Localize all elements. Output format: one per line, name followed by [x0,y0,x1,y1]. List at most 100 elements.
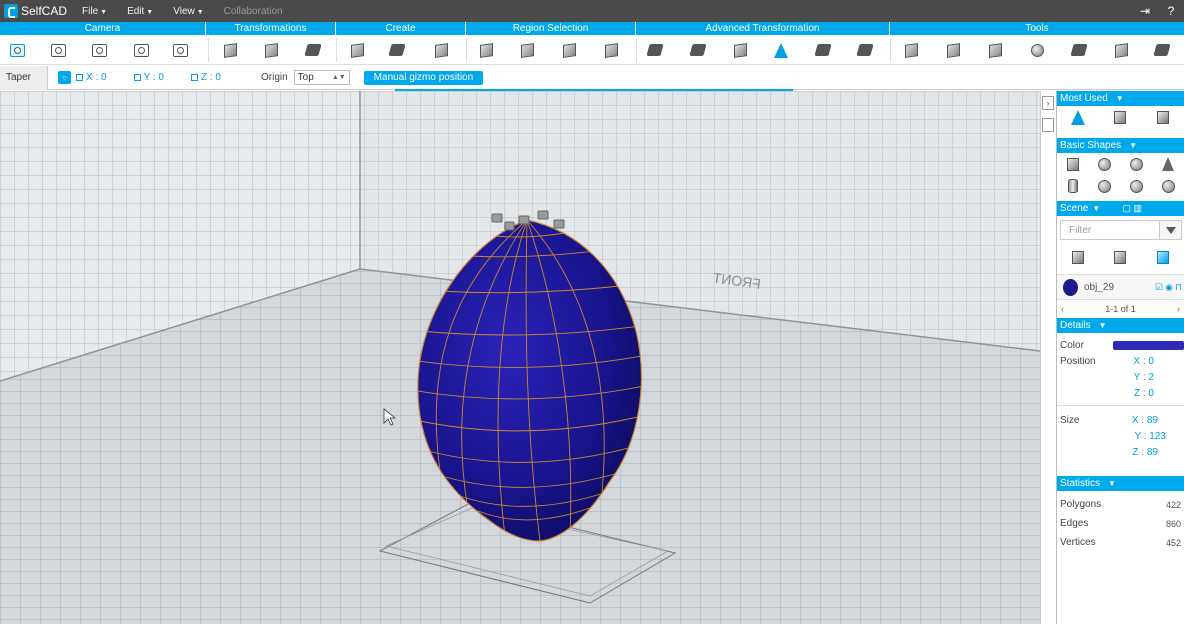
scene-view-solid[interactable] [1057,250,1099,264]
advanced-tool-1[interactable] [645,40,665,60]
cube-icon [1066,157,1079,171]
shape-cube[interactable] [1057,157,1089,171]
scene-view-row [1057,244,1184,270]
cube-icon [1114,110,1127,124]
menu-edit[interactable]: Edit ▼ [117,6,163,17]
camera-tool-2[interactable] [48,40,68,60]
create-tool-2[interactable] [387,40,407,60]
tools-tool-3[interactable] [985,40,1005,60]
size-y-value[interactable]: Y : 123 [1114,431,1170,442]
shape-geosphere[interactable] [1121,179,1153,193]
position-y-value[interactable]: Y : 2 [1114,372,1158,383]
scene-view-wireframe[interactable] [1099,250,1141,264]
shape-cone[interactable] [1152,157,1184,171]
origin-select[interactable]: Top ▲▼ [293,70,350,85]
camera-tool-3[interactable] [89,40,109,60]
geosphere-icon [1129,179,1143,193]
tools-tool-4[interactable] [1027,40,1047,60]
advanced-tool-3[interactable] [730,40,750,60]
transform-tool-1[interactable] [220,40,240,60]
cone-icon [1071,109,1086,125]
menu-file[interactable]: File ▼ [72,6,117,17]
collapse-panel-button[interactable]: › [1042,96,1054,110]
create-tool-3[interactable] [431,40,451,60]
sign-in-icon[interactable]: ⇥ [1132,4,1158,18]
3d-viewport[interactable]: FRONT [0,91,1040,624]
shape-cylinder[interactable] [1057,179,1089,193]
color-row: Color [1057,337,1184,353]
help-icon[interactable]: ? [1158,4,1184,18]
tools-tool-1[interactable] [901,40,921,60]
shape-knot[interactable] [1089,179,1121,193]
position-z-value[interactable]: Z : 0 [1114,388,1158,399]
region-tool-2[interactable] [517,40,537,60]
axis-z-option[interactable]: Z : 0 [190,72,221,83]
most-used-header[interactable]: Most Used ▼ [1057,91,1184,106]
axis-y-option[interactable]: Y : 0 [133,72,164,83]
details-header[interactable]: Details ▼ [1057,318,1184,333]
shape-sphere[interactable] [1121,157,1153,171]
panel-toggle-button[interactable] [1042,118,1054,132]
filter-input[interactable] [1061,224,1159,236]
camera-tool-1[interactable] [7,40,27,60]
size-x-value[interactable]: X : 89 [1114,415,1162,426]
checkbox-icon[interactable]: ☑ [1155,282,1163,293]
xray-cube-icon [1156,250,1169,264]
scene-toggle-icons[interactable]: ▢ ▥ [1122,201,1142,216]
edges-value: 860 [1165,518,1181,529]
selfcad-logo[interactable]: SelfCAD [0,4,72,18]
advanced-tool-6[interactable] [855,40,875,60]
sphere-icon [1129,157,1143,171]
tools-tool-2[interactable] [943,40,963,60]
menu-view[interactable]: View ▼ [163,6,213,17]
most-used-cube[interactable] [1099,110,1141,124]
lock-icon[interactable]: ⊓ [1175,282,1182,293]
advanced-tool-2[interactable] [688,40,708,60]
manual-gizmo-button[interactable]: Manual gizmo position [363,70,484,85]
scene-object-row[interactable]: obj_29 ☑ ◉ ⊓ [1057,274,1184,300]
eye-icon[interactable]: ◉ [1165,282,1173,293]
vertices-value: 452 [1165,537,1181,548]
position-x-value[interactable]: X : 0 [1114,356,1158,367]
shape-polyhedron[interactable] [1152,179,1184,193]
region-tool-3[interactable] [559,40,579,60]
size-z-value[interactable]: Z : 89 [1114,447,1162,458]
tools-tool-5[interactable] [1069,40,1089,60]
sculpt-icon [1070,44,1088,56]
camera-tool-4[interactable] [131,40,151,60]
object-color-swatch[interactable] [1113,340,1184,350]
cube-icon [520,42,534,58]
menu-collaboration[interactable]: Collaboration [214,6,293,17]
taper-tool[interactable] [771,40,791,60]
filter-button[interactable] [1159,221,1181,239]
create-tool-1[interactable] [347,40,367,60]
toolbar-divider [890,38,891,62]
menu-edit-label: Edit [127,5,145,17]
pager-text: 1-1 of 1 [1105,304,1136,314]
axis-x-option[interactable]: X : 0 [76,72,107,83]
most-used-taper[interactable] [1057,109,1099,125]
region-tool-4[interactable] [601,40,621,60]
transform-tool-2[interactable] [261,40,281,60]
cube-icon [1072,250,1085,264]
position-z-row: Z : 0 [1057,385,1184,401]
transform-tool-3[interactable] [303,40,323,60]
next-page-icon[interactable]: › [1177,304,1180,314]
scene-view-xray[interactable] [1142,250,1184,264]
prev-page-icon[interactable]: ‹ [1061,304,1064,314]
advanced-tool-5[interactable] [813,40,833,60]
cube-icon [733,42,747,58]
basic-shapes-header[interactable]: Basic Shapes ▼ [1057,138,1184,153]
axis-lock-toggle[interactable]: ○ [58,71,71,84]
camera-tool-5[interactable] [170,40,190,60]
region-tool-1[interactable] [476,40,496,60]
tools-tool-6[interactable] [1111,40,1131,60]
selfcad-logo-icon [4,4,18,18]
most-used-box[interactable] [1142,110,1184,124]
scene-pager: ‹ 1-1 of 1 › [1057,300,1184,318]
shape-torus[interactable] [1089,157,1121,171]
tools-tool-7[interactable] [1152,40,1172,60]
statistics-header[interactable]: Statistics ▼ [1057,476,1184,491]
scene-header[interactable]: Scene ▼ ▢ ▥ [1057,201,1184,216]
right-panel: Most Used▼ Basic Shapes▼ Scene▼▢ ▥ obj_2… [1056,91,1184,624]
